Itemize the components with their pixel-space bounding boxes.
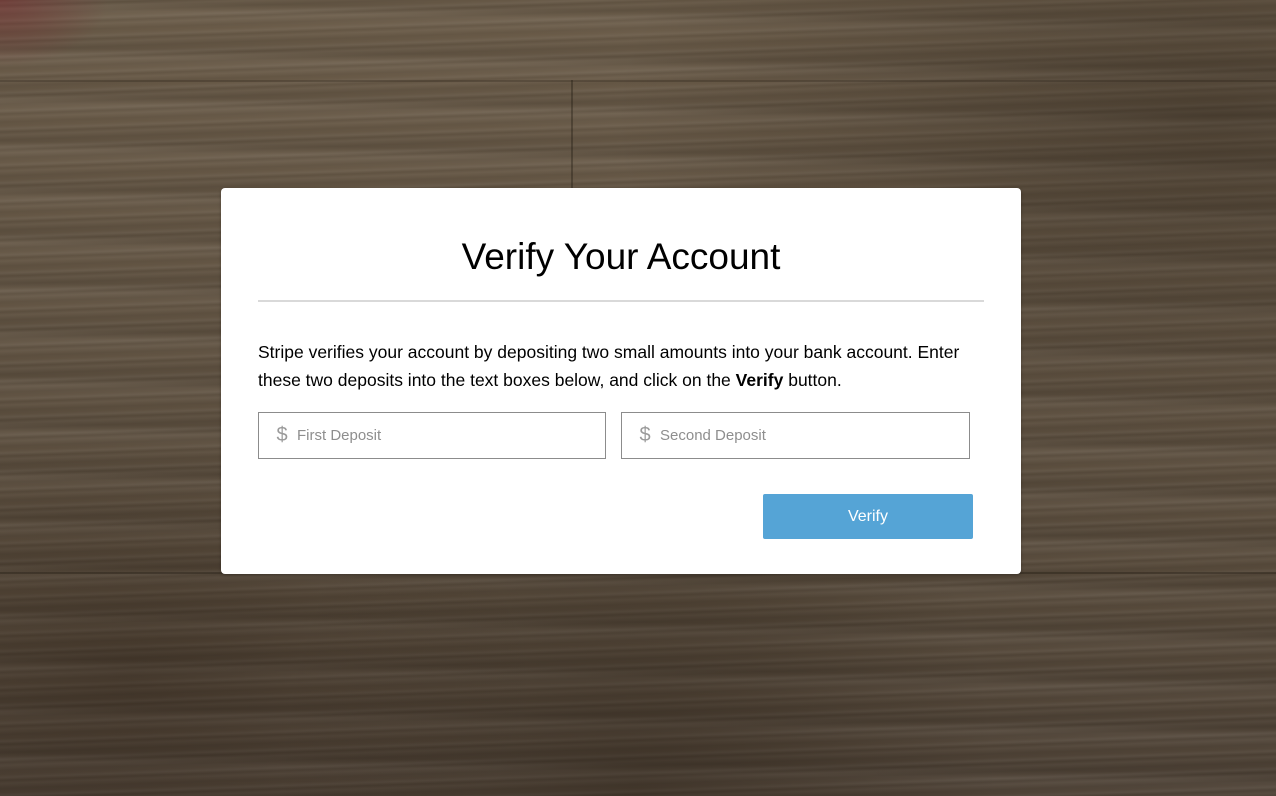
verify-account-modal: Verify Your Account Stripe verifies your… <box>221 188 1021 574</box>
instructions-text: Stripe verifies your account by depositi… <box>258 338 988 394</box>
first-deposit-input[interactable] <box>295 415 605 456</box>
second-deposit-input[interactable] <box>658 415 969 456</box>
title-divider <box>258 300 984 302</box>
dollar-icon: $ <box>276 424 288 446</box>
second-deposit-field[interactable]: $ <box>621 412 970 459</box>
modal-title: Verify Your Account <box>461 236 781 277</box>
instructions-emphasis: Verify <box>735 370 784 390</box>
dollar-icon: $ <box>639 424 651 446</box>
first-deposit-field[interactable]: $ <box>258 412 606 459</box>
plank-seam <box>0 80 1276 82</box>
instructions-text-after: button. <box>783 370 842 390</box>
instructions-text-before: Stripe verifies your account by depositi… <box>258 342 960 390</box>
verify-button[interactable]: Verify <box>763 494 973 539</box>
plank-seam <box>571 80 573 190</box>
